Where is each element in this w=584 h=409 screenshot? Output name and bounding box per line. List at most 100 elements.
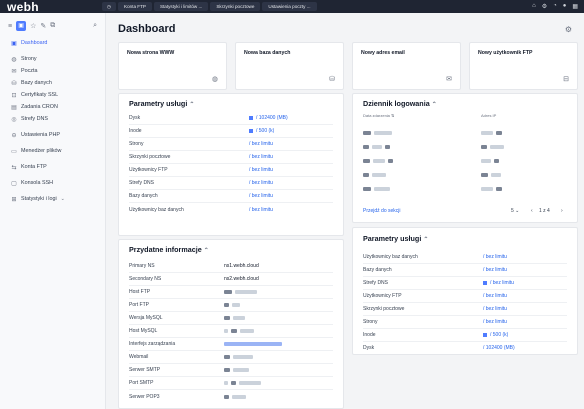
param-value: / bez limitu <box>483 267 507 273</box>
redacted-date <box>372 172 386 177</box>
quick-new-email[interactable]: Nowy adres email ✉ <box>352 42 461 90</box>
sidebar-item-konsola-ssh[interactable]: ▢ Konsola SSH <box>0 177 105 189</box>
redacted-date <box>374 186 390 191</box>
redacted-value <box>233 355 253 359</box>
redacted-ip <box>481 158 491 163</box>
chevron-up-icon[interactable]: ⌃ <box>432 102 437 108</box>
top-bar: webh ◷ Konta FTP Statystyki i limitów ..… <box>0 0 584 14</box>
sidebar-item-strefy-dns[interactable]: ◎ Strefy DNS <box>0 113 105 125</box>
info-key: Serwer POP3 <box>129 393 160 400</box>
param-key: Skrzynki pocztowe <box>363 306 405 312</box>
tab-statystyki[interactable]: Statystyki i limitów ... <box>153 2 209 11</box>
param-key: Użytkownicy baz danych <box>129 206 184 213</box>
table-row: Bazy danych / bez limitu <box>363 264 567 277</box>
redacted-date <box>388 158 393 163</box>
settings-icon[interactable]: ⚙ <box>542 3 547 10</box>
redacted-date <box>372 144 382 149</box>
quick-new-website[interactable]: Nowa strona WWW ◍ <box>118 42 227 90</box>
panel-title: Przydatne informacje ⌃ <box>129 245 209 254</box>
quick-label: Nowy adres email <box>361 50 405 56</box>
pin-icon[interactable]: ✎ <box>40 22 46 30</box>
redacted-value <box>224 290 232 294</box>
sidebar-item-bazy-danych[interactable]: ⛁ Bazy danych <box>0 77 105 89</box>
next-page-icon[interactable]: › <box>561 208 563 214</box>
tab-skrzynki[interactable]: Skrzynki pocztowe <box>210 2 261 11</box>
info-key: Host FTP <box>129 289 151 295</box>
sidebar-item-label: Ustawienia PHP <box>21 132 60 138</box>
dashboard-icon: ▣ <box>11 40 17 47</box>
page-size-select[interactable]: 5 ⌄ <box>511 208 519 214</box>
certificate-icon: ⊡ <box>11 92 17 99</box>
redacted-ip <box>481 130 493 135</box>
chevron-up-icon[interactable]: ⌃ <box>204 248 209 254</box>
tab-ustawienia-poczty-label: Ustawienia poczty ... <box>268 4 311 9</box>
bell-icon[interactable]: ◔ <box>553 3 557 10</box>
logo[interactable]: webh <box>7 0 102 14</box>
sidebar-item-poczta[interactable]: ✉ Poczta <box>0 65 105 77</box>
menu-icon[interactable]: ≡ <box>8 23 12 30</box>
sidebar-item-ustawienia-php[interactable]: ⊖ Ustawienia PHP <box>0 129 105 141</box>
column-header-ip[interactable]: Adres IP <box>481 113 496 118</box>
table-row: Webmail <box>129 351 333 364</box>
table-row: Serwer SMTP <box>129 364 333 377</box>
search-icon[interactable]: ⌕ <box>93 22 97 30</box>
tab-ustawienia-poczty[interactable]: Ustawienia poczty ... <box>262 2 317 11</box>
tab-konta-ftp[interactable]: Konta FTP <box>118 2 152 11</box>
param-key: Użytkownicy FTP <box>129 167 168 173</box>
redacted-link[interactable] <box>224 342 282 346</box>
sidebar-item-label: Certyfikaty SSL <box>21 92 59 98</box>
param-key: Inode <box>363 332 376 338</box>
star-icon[interactable]: ☆ <box>30 22 36 30</box>
grid-icon[interactable]: ▦ <box>572 3 578 10</box>
sidebar-item-dashboard[interactable]: ▣ Dashboard <box>0 37 105 49</box>
redacted-ip <box>494 158 499 163</box>
home-icon[interactable]: ⌂ <box>532 3 536 10</box>
chevron-up-icon[interactable]: ⌃ <box>423 237 428 243</box>
table-row: Wersja MySQL <box>129 312 333 325</box>
stack-icon[interactable]: ⧉ <box>50 22 55 30</box>
sidebar-item-certyfikaty-ssl[interactable]: ⊡ Certyfikaty SSL <box>0 89 105 101</box>
redacted-ip <box>490 144 504 149</box>
panel-title: Parametry usługi ⌃ <box>129 99 194 108</box>
go-to-section-link[interactable]: Przejdź do sekcji <box>363 208 401 214</box>
sidebar-item-strony[interactable]: ◍ Strony <box>0 53 105 65</box>
table-row: Strefy DNS / bez limitu <box>129 177 333 190</box>
param-value: / bez limitu <box>249 167 273 173</box>
prev-page-icon[interactable]: ‹ <box>531 208 533 214</box>
dashboard-toggle-icon[interactable]: ▣ <box>16 21 27 31</box>
sidebar-item-statystyki[interactable]: ⊞ Statystyki i logi ⌄ <box>0 193 105 205</box>
quick-new-ftp-user[interactable]: Nowy użytkownik FTP ⊟ <box>469 42 578 90</box>
stats-icon: ⊞ <box>11 196 17 203</box>
history-icon[interactable]: ◷ <box>102 2 116 11</box>
sidebar-item-menedzer-plikow[interactable]: ▭ Menedżer plików <box>0 145 105 157</box>
param-value: / 102400 (MB) <box>256 115 288 121</box>
sidebar-item-label: Bazy danych <box>21 80 52 86</box>
param-key: Strefy DNS <box>129 180 155 186</box>
column-header-date[interactable]: Data zdarzenia ⇅ <box>363 113 394 118</box>
table-row: Interfejs zarządzania <box>129 338 333 351</box>
param-key: Skrzynki pocztowe <box>129 154 171 160</box>
info-value: ns1.webh.cloud <box>224 263 259 269</box>
param-key: Strony <box>363 319 378 325</box>
redacted-date <box>363 186 371 191</box>
redacted-value <box>231 381 236 385</box>
database-icon: ⛁ <box>329 76 335 83</box>
open-tabs: ◷ Konta FTP Statystyki i limitów ... Skr… <box>102 0 319 13</box>
quick-new-database[interactable]: Nowa baza danych ⛁ <box>235 42 344 90</box>
chevron-up-icon[interactable]: ⌃ <box>189 102 194 108</box>
php-icon: ⊖ <box>11 132 17 139</box>
panel-title-text: Przydatne informacje <box>129 245 202 254</box>
page-title: Dashboard <box>118 23 176 35</box>
sidebar-item-zadania-cron[interactable]: ▤ Zadania CRON <box>0 101 105 113</box>
sidebar-item-konta-ftp[interactable]: ⇆ Konta FTP <box>0 161 105 173</box>
service-params-panel: Parametry usługi ⌃ Dysk / 102400 (MB) Ino… <box>118 93 344 236</box>
sidebar-item-label: Poczta <box>21 68 38 74</box>
redacted-date <box>373 158 385 163</box>
redacted-date <box>363 130 371 135</box>
table-row: Host MySQL <box>129 325 333 338</box>
panel-title-text: Parametry usługi <box>363 234 422 243</box>
chevron-down-icon: ⌄ <box>515 208 520 214</box>
file-manager-icon: ▭ <box>11 148 17 155</box>
gear-icon[interactable]: ⚙ <box>565 25 572 34</box>
user-icon[interactable]: ● <box>563 3 567 10</box>
